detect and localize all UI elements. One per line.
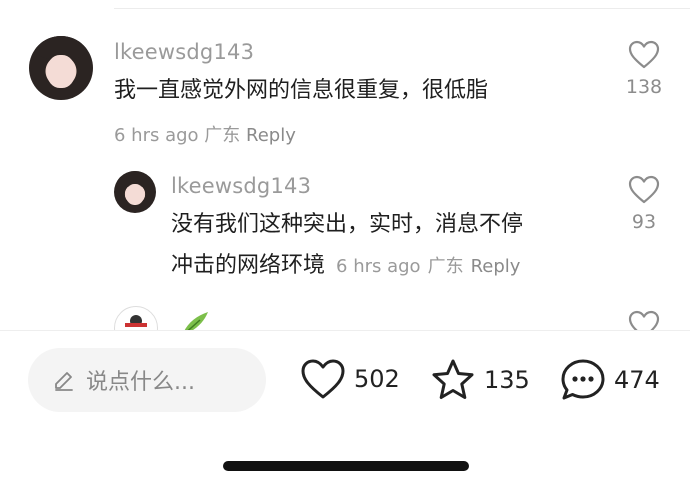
chat-bubble-icon (561, 359, 605, 400)
bottom-action-bar: 说点什么... 502 135 474 (0, 331, 690, 486)
comment-like-count: 93 (631, 211, 657, 233)
comment-like-count: 138 (625, 76, 663, 98)
comments-button[interactable]: 474 (560, 358, 660, 402)
comment-text: 我一直感觉外网的信息很重复，很低脂 (114, 78, 489, 103)
like-button[interactable]: 502 (300, 358, 400, 400)
comment-username[interactable]: lkeewsdg143 (114, 40, 254, 64)
favorite-count: 135 (484, 366, 530, 394)
heart-outline-icon (628, 175, 660, 204)
leaf-sticker-icon (183, 312, 208, 332)
comment-meta: 6 hrs ago 广东 Reply (114, 121, 296, 147)
reply-button[interactable]: Reply (471, 256, 521, 277)
reply-button[interactable]: Reply (246, 125, 296, 146)
comment-input[interactable]: 说点什么... (28, 348, 266, 412)
star-icon (432, 359, 474, 399)
comment-input-placeholder: 说点什么... (86, 370, 195, 395)
comment-text-line2-row: 冲击的网络环境 6 hrs ago 广东 Reply (171, 244, 520, 289)
heart-outline-icon (628, 40, 660, 69)
comment-like-button[interactable]: 138 (622, 40, 666, 98)
comment-time: 6 hrs ago (336, 256, 421, 277)
comment-like-button[interactable]: 93 (622, 175, 666, 233)
comment-count: 474 (614, 366, 660, 394)
comment-location: 广东 (204, 125, 241, 146)
avatar[interactable] (114, 306, 158, 332)
top-divider (114, 8, 690, 9)
heart-icon (301, 359, 345, 399)
comment-location: 广东 (427, 256, 464, 277)
comment-username[interactable]: lkeewsdg143 (171, 174, 311, 198)
comment-time: 6 hrs ago (114, 125, 199, 146)
next-comment-preview (112, 302, 212, 332)
pencil-icon (52, 368, 76, 392)
comment-text-line2: 冲击的网络环境 (171, 253, 326, 278)
comment-text-line1: 没有我们这种突出，实时，消息不停 (171, 212, 524, 237)
home-indicator[interactable] (223, 461, 469, 471)
avatar[interactable] (29, 36, 93, 100)
favorite-button[interactable]: 135 (430, 358, 530, 402)
like-count: 502 (354, 365, 400, 393)
avatar[interactable] (114, 171, 156, 213)
